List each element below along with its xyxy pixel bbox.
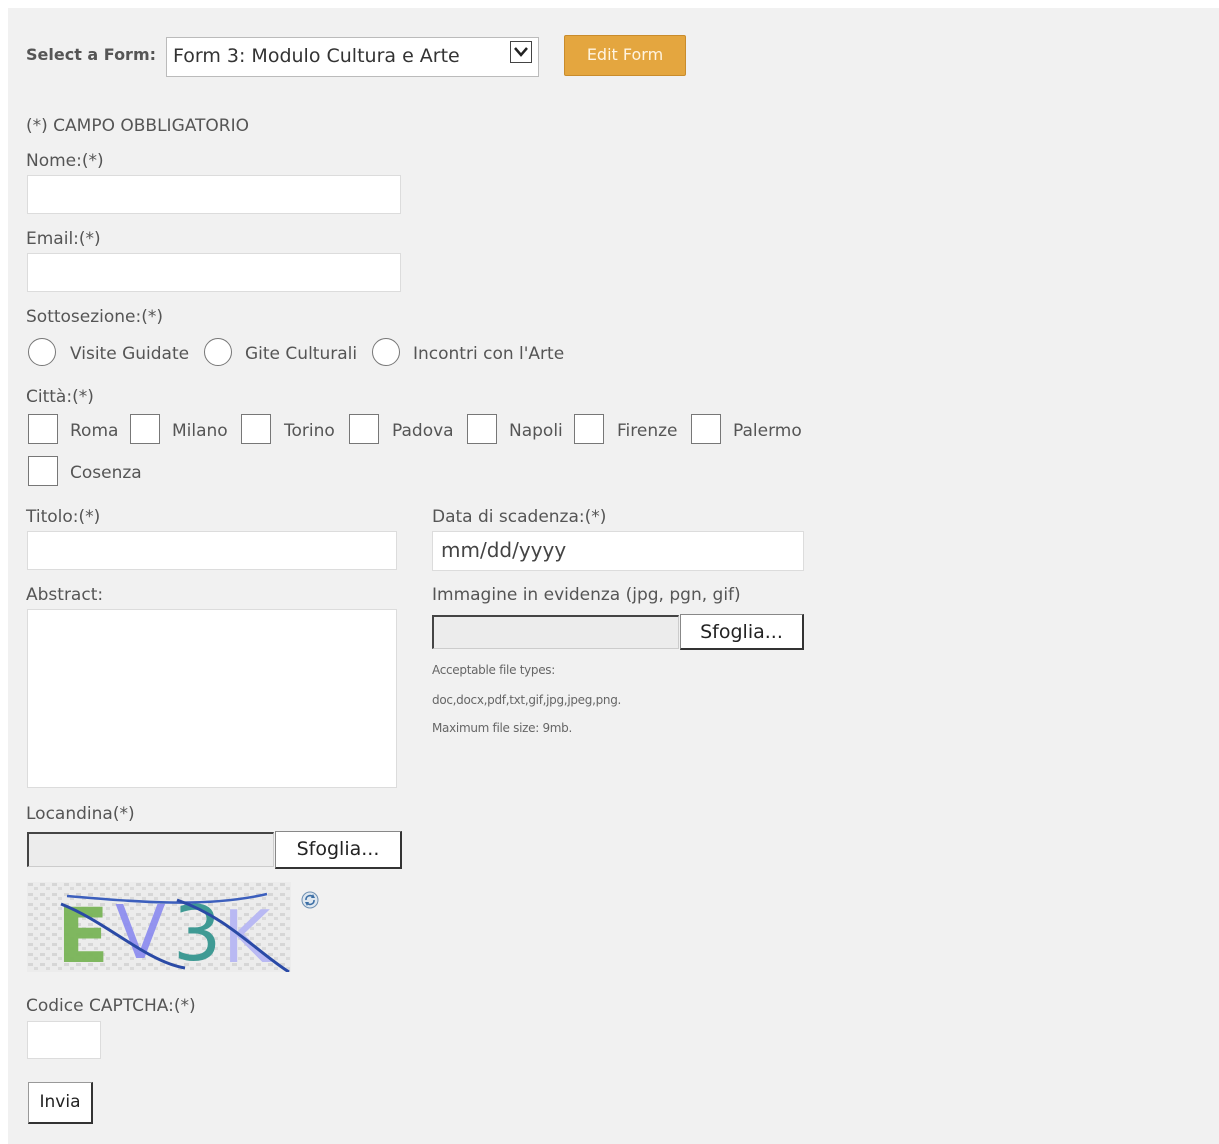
checkbox-label-milano: Milano bbox=[172, 421, 228, 441]
nome-input[interactable] bbox=[27, 175, 401, 214]
max-file-size: Maximum file size: 9mb. bbox=[432, 721, 573, 735]
radio-visite-guidate[interactable] bbox=[28, 338, 56, 366]
checkbox-milano[interactable] bbox=[130, 414, 160, 444]
checkbox-label-palermo: Palermo bbox=[733, 421, 802, 441]
checkbox-cosenza[interactable] bbox=[28, 456, 58, 486]
captcha-input[interactable] bbox=[27, 1021, 101, 1059]
checkbox-label-cosenza: Cosenza bbox=[70, 463, 142, 483]
sottosezione-label: Sottosezione:(*) bbox=[26, 307, 164, 327]
radio-gite-culturali[interactable] bbox=[204, 338, 232, 366]
immagine-label: Immagine in evidenza (jpg, pgn, gif) bbox=[432, 585, 741, 605]
checkbox-roma[interactable] bbox=[28, 414, 58, 444]
checkbox-napoli[interactable] bbox=[467, 414, 497, 444]
chevron-down-icon[interactable] bbox=[510, 41, 532, 63]
file-types-label: Acceptable file types: bbox=[432, 663, 555, 677]
refresh-icon[interactable] bbox=[301, 891, 319, 909]
checkbox-label-padova: Padova bbox=[392, 421, 454, 441]
locandina-file-field[interactable] bbox=[27, 832, 274, 867]
radio-incontri-arte[interactable] bbox=[372, 338, 400, 366]
citta-label: Città:(*) bbox=[26, 387, 94, 407]
captcha-label: Codice CAPTCHA:(*) bbox=[26, 996, 196, 1016]
edit-form-button[interactable]: Edit Form bbox=[564, 35, 686, 76]
checkbox-label-roma: Roma bbox=[70, 421, 119, 441]
checkbox-firenze[interactable] bbox=[574, 414, 604, 444]
data-scadenza-label: Data di scadenza:(*) bbox=[432, 507, 607, 527]
titolo-label: Titolo:(*) bbox=[26, 507, 101, 527]
captcha-image: E V 3 K bbox=[27, 882, 291, 980]
file-types-list: doc,docx,pdf,txt,gif,jpg,jpeg,png. bbox=[432, 693, 622, 707]
titolo-input[interactable] bbox=[27, 531, 397, 570]
immagine-file-field[interactable] bbox=[432, 615, 679, 649]
checkbox-palermo[interactable] bbox=[691, 414, 721, 444]
required-note: (*) CAMPO OBBLIGATORIO bbox=[26, 116, 250, 136]
radio-label-gite-culturali: Gite Culturali bbox=[245, 344, 358, 364]
submit-button[interactable]: Invia bbox=[28, 1082, 93, 1124]
checkbox-label-napoli: Napoli bbox=[509, 421, 563, 441]
form-select-value: Form 3: Modulo Cultura e Arte bbox=[173, 45, 460, 67]
email-label: Email:(*) bbox=[26, 229, 101, 249]
locandina-label: Locandina(*) bbox=[26, 804, 135, 824]
nome-label: Nome:(*) bbox=[26, 151, 104, 171]
form-panel: Select a Form: Form 3: Modulo Cultura e … bbox=[8, 8, 1219, 1144]
abstract-textarea[interactable] bbox=[27, 609, 397, 788]
checkbox-label-torino: Torino bbox=[284, 421, 335, 441]
select-form-label: Select a Form: bbox=[26, 45, 157, 64]
checkbox-torino[interactable] bbox=[241, 414, 271, 444]
form-select[interactable]: Form 3: Modulo Cultura e Arte bbox=[166, 37, 539, 77]
svg-text:K: K bbox=[223, 895, 272, 972]
radio-label-visite-guidate: Visite Guidate bbox=[70, 344, 190, 364]
checkbox-label-firenze: Firenze bbox=[617, 421, 678, 441]
abstract-label: Abstract: bbox=[26, 585, 104, 605]
data-scadenza-input[interactable]: mm/dd/yyyy bbox=[432, 531, 804, 571]
checkbox-padova[interactable] bbox=[349, 414, 379, 444]
email-input[interactable] bbox=[27, 253, 401, 292]
locandina-browse-button[interactable]: Sfoglia... bbox=[275, 831, 402, 869]
immagine-browse-button[interactable]: Sfoglia... bbox=[680, 614, 804, 650]
radio-label-incontri-arte: Incontri con l'Arte bbox=[413, 344, 565, 364]
svg-text:E: E bbox=[57, 891, 109, 972]
